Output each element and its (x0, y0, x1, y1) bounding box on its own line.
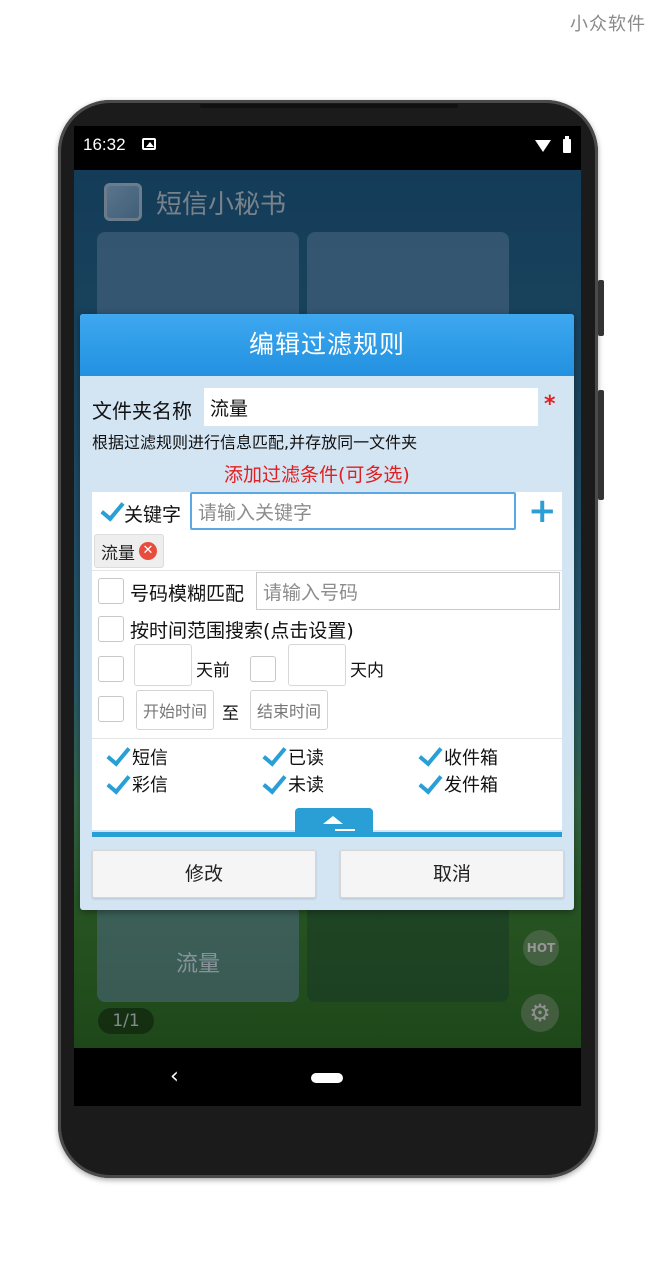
speaker-grille (200, 104, 458, 108)
collapse-bar (92, 832, 562, 837)
outbox-label: 发件箱 (444, 775, 498, 796)
sms-label: 短信 (132, 748, 168, 769)
folder-name-input[interactable]: 流量 (204, 388, 538, 426)
time-range-label: 按时间范围搜索(点击设置) (130, 620, 354, 642)
outbox-checkbox[interactable] (418, 773, 442, 797)
remove-chip-icon[interactable]: ✕ (139, 542, 157, 560)
days-within-input[interactable] (288, 644, 346, 686)
number-match-label: 号码模糊匹配 (130, 583, 245, 605)
navigation-bar: ‹ (74, 1048, 581, 1106)
date-range-checkbox[interactable] (98, 696, 124, 722)
modify-button[interactable]: 修改 (92, 850, 316, 898)
cancel-button[interactable]: 取消 (340, 850, 564, 898)
side-button (598, 390, 604, 500)
to-label: 至 (222, 704, 239, 724)
keyword-chip[interactable]: 流量 ✕ (94, 534, 164, 568)
inbox-label: 收件箱 (444, 748, 498, 769)
required-mark: * (544, 392, 556, 417)
add-keyword-icon[interactable]: + (528, 494, 557, 528)
wifi-icon (535, 140, 551, 152)
start-time-button[interactable]: 开始时间 (136, 690, 214, 730)
read-checkbox[interactable] (262, 745, 286, 769)
number-input[interactable]: 请输入号码 (256, 572, 560, 610)
inbox-checkbox[interactable] (418, 745, 442, 769)
dialog-title: 编辑过滤规则 (80, 314, 574, 376)
status-bar: 16:32 (74, 126, 581, 170)
add-conditions-label: 添加过滤条件(可多选) (224, 464, 410, 486)
time-range-checkbox[interactable] (98, 616, 124, 642)
message-type-card: 短信 已读 收件箱 彩信 未读 发件箱 (92, 738, 562, 809)
folder-name-value: 流量 (210, 397, 249, 420)
keyword-checkbox[interactable] (100, 500, 124, 524)
status-time: 16:32 (83, 135, 126, 154)
keyword-label: 关键字 (124, 504, 182, 526)
conditions-card: 关键字 请输入关键字 + 流量 ✕ 号码模糊匹配 请输入号码 按时间范围搜索(点… (92, 492, 562, 740)
unread-label: 未读 (288, 775, 324, 796)
end-time-button[interactable]: 结束时间 (250, 690, 328, 730)
mms-checkbox[interactable] (106, 773, 130, 797)
mms-label: 彩信 (132, 775, 168, 796)
battery-icon (563, 136, 571, 153)
days-within-label: 天内 (350, 661, 384, 681)
volume-button (598, 280, 604, 336)
read-label: 已读 (288, 748, 324, 769)
divider (92, 570, 562, 571)
unread-checkbox[interactable] (262, 773, 286, 797)
watermark: 小众软件 (570, 14, 646, 35)
back-icon[interactable]: ‹ (170, 1064, 179, 1089)
keyword-placeholder: 请输入关键字 (198, 501, 313, 524)
days-before-label: 天前 (196, 661, 230, 681)
image-notification-icon (142, 138, 156, 150)
keyword-input[interactable]: 请输入关键字 (190, 492, 516, 530)
number-placeholder: 请输入号码 (263, 581, 359, 604)
days-before-input[interactable] (134, 644, 192, 686)
phone-screen: 16:32 短信小秘书 流量 1/1 HOT ⚙ 编辑过滤规则 文件夹名称 流量 (74, 126, 581, 1106)
days-before-checkbox[interactable] (98, 656, 124, 682)
keyword-chip-label: 流量 (101, 543, 135, 564)
folder-name-label: 文件夹名称 (92, 399, 192, 423)
folder-description: 根据过滤规则进行信息匹配,并存放同一文件夹 (92, 433, 418, 452)
home-pill[interactable] (311, 1073, 343, 1083)
edit-filter-dialog: 编辑过滤规则 文件夹名称 流量 * 根据过滤规则进行信息匹配,并存放同一文件夹 … (80, 314, 574, 910)
sms-checkbox[interactable] (106, 745, 130, 769)
collapse-icon (335, 829, 355, 831)
days-within-checkbox[interactable] (250, 656, 276, 682)
number-match-checkbox[interactable] (98, 578, 124, 604)
